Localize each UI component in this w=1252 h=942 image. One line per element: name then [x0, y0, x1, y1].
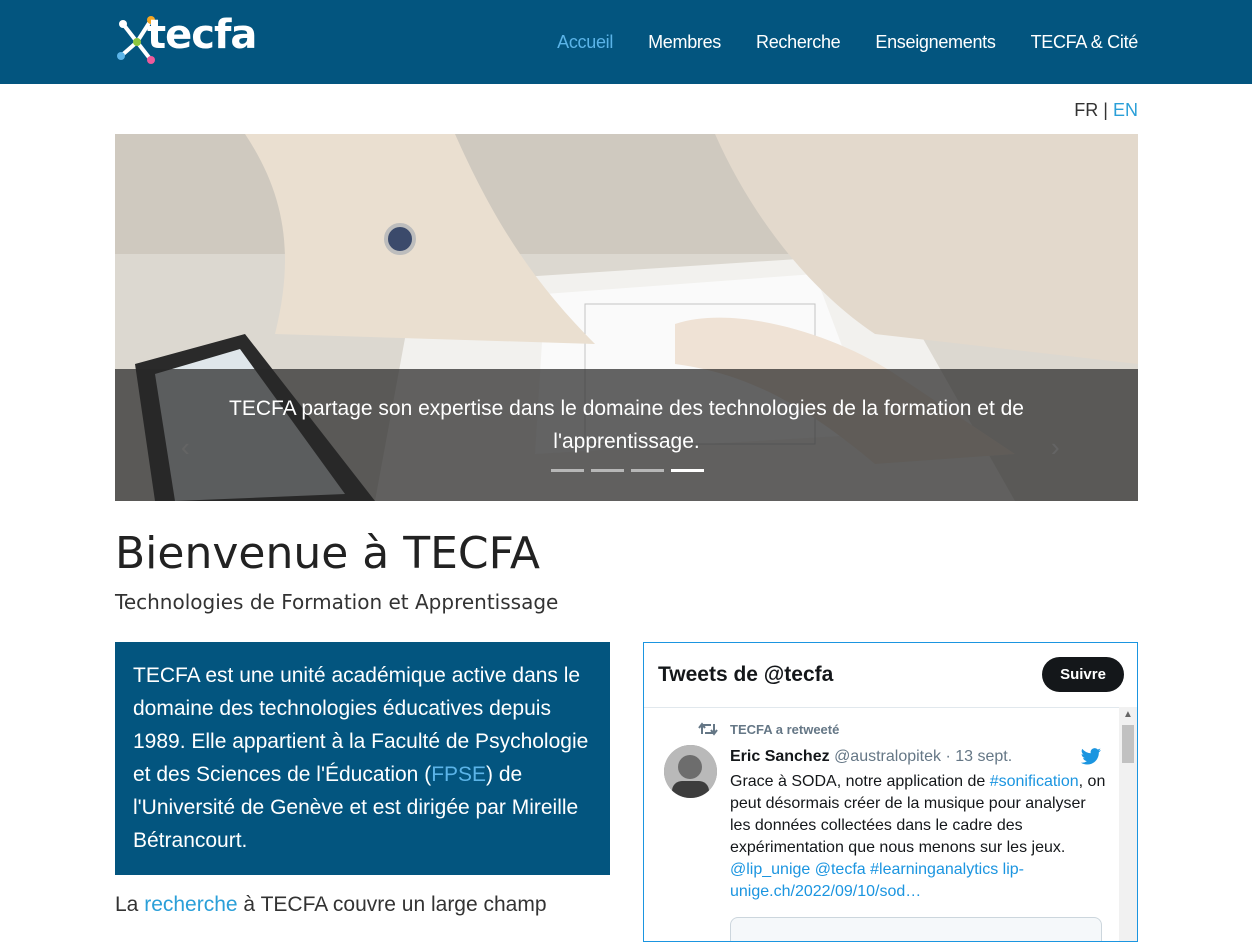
carousel-indicator-1[interactable]: [551, 469, 584, 472]
carousel-caption: TECFA partage son expertise dans le doma…: [229, 397, 1024, 453]
lang-fr[interactable]: FR: [1074, 100, 1098, 120]
tweet-date[interactable]: · 13 sept.: [945, 748, 1012, 765]
scroll-up-icon[interactable]: ▲: [1123, 709, 1133, 720]
research-after: à TECFA couvre un large champ: [237, 893, 547, 916]
carousel-indicator-2[interactable]: [591, 469, 624, 472]
nav-item-membres[interactable]: Membres: [648, 32, 721, 53]
research-before: La: [115, 893, 145, 916]
page-subtitle: Technologies de Formation et Apprentissa…: [115, 590, 559, 614]
nav-item-recherche[interactable]: Recherche: [756, 32, 841, 53]
twitter-timeline: Tweets de @tecfa Suivre ▲ TECFA a retwee…: [643, 642, 1138, 942]
twitter-title: Tweets de @tecfa: [658, 663, 834, 686]
tweet-media-preview[interactable]: [730, 917, 1102, 941]
nav-item-enseignements[interactable]: Enseignements: [875, 32, 995, 53]
carousel-indicators: [551, 469, 711, 472]
recherche-link[interactable]: recherche: [144, 893, 237, 916]
twitter-header: Tweets de @tecfa Suivre: [644, 643, 1137, 708]
carousel-indicator-3[interactable]: [631, 469, 664, 472]
nav-item-tecfa-cite[interactable]: TECFA & Cité: [1031, 32, 1139, 53]
author-name[interactable]: Eric Sanchez: [730, 748, 830, 765]
avatar[interactable]: [664, 745, 717, 798]
logo-text: tecfa: [147, 12, 257, 58]
lang-en[interactable]: EN: [1113, 100, 1138, 120]
retweet-label: TECFA a retweeté: [730, 722, 840, 737]
language-switcher: FR | EN: [1074, 100, 1138, 121]
page-title: Bienvenue à TECFA: [115, 528, 541, 579]
tecfa-logo[interactable]: tecfa: [115, 12, 257, 70]
follow-button[interactable]: Suivre: [1042, 657, 1124, 692]
hashtag-sonification[interactable]: #sonification: [990, 773, 1079, 790]
intro-box: TECFA est une unité académique active da…: [115, 642, 610, 875]
lang-separator: |: [1103, 100, 1108, 120]
author-handle[interactable]: @australopitek: [834, 748, 941, 765]
twitter-bird-icon[interactable]: [1080, 748, 1102, 766]
carousel-indicator-4[interactable]: [671, 469, 704, 472]
nav-item-accueil[interactable]: Accueil: [557, 32, 613, 53]
main-nav: Accueil Membres Recherche Enseignements …: [522, 0, 1138, 84]
top-navbar: tecfa Accueil Membres Recherche Enseigne…: [0, 0, 1252, 84]
scrollbar-thumb[interactable]: [1122, 725, 1134, 763]
research-paragraph: La recherche à TECFA couvre un large cha…: [115, 893, 547, 917]
fpse-link[interactable]: FPSE: [431, 763, 486, 786]
tweet-text-before: Grace à SODA, notre application de: [730, 773, 990, 790]
tweet-text: Grace à SODA, notre application de #soni…: [730, 771, 1108, 903]
retweet-icon: [698, 722, 718, 736]
avatar-image: [664, 745, 717, 798]
tweet-links[interactable]: @lip_unige @tecfa #learninganalytics lip…: [730, 859, 1108, 903]
tweet-author: Eric Sanchez @australopitek · 13 sept.: [730, 748, 1012, 766]
